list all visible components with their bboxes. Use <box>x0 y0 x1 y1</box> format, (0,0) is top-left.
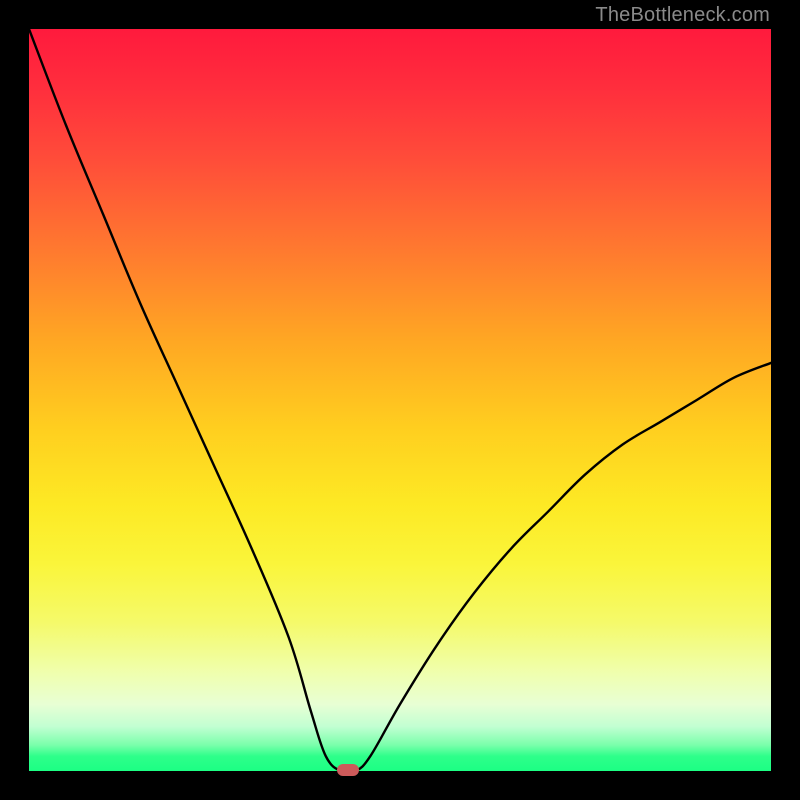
optimum-marker <box>337 764 359 776</box>
plot-area <box>29 29 771 771</box>
bottleneck-curve <box>29 29 771 771</box>
watermark-text: TheBottleneck.com <box>595 4 770 27</box>
chart-canvas: TheBottleneck.com <box>0 0 800 800</box>
